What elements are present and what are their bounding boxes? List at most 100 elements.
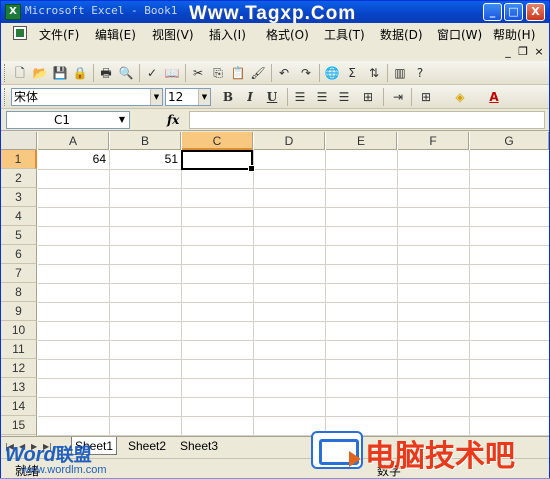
menu-window[interactable]: 窗口(W) — [437, 26, 482, 43]
row-header-1[interactable]: 1 — [1, 150, 37, 169]
separator — [185, 64, 186, 82]
column-header-c[interactable]: C — [182, 132, 253, 150]
mdi-minimize-button[interactable]: _ — [501, 45, 515, 59]
word-logo-cn: 联盟 — [55, 445, 92, 465]
title-bar: X Microsoft Excel - Book1 Www.Tagxp.Com … — [1, 1, 549, 24]
separator — [287, 88, 288, 106]
column-header-g[interactable]: G — [470, 132, 549, 150]
toolbar-grip[interactable] — [4, 64, 7, 82]
sheet-tab-2[interactable]: Sheet2 — [125, 437, 169, 455]
redo-icon[interactable]: ↷ — [297, 64, 315, 82]
row-header-15[interactable]: 15 — [1, 416, 37, 435]
menu-insert[interactable]: 插入(I) — [209, 26, 246, 43]
mdi-restore-button[interactable]: ❐ — [516, 45, 530, 59]
menu-help[interactable]: 帮助(H) — [493, 26, 535, 43]
column-header-f[interactable]: F — [398, 132, 469, 150]
select-all-button[interactable] — [1, 132, 37, 150]
row-header-9[interactable]: 9 — [1, 302, 37, 321]
excel-app-icon[interactable]: X — [5, 4, 21, 20]
separator — [93, 64, 94, 82]
align-left-icon[interactable]: ☰ — [291, 88, 309, 106]
bold-button[interactable]: B — [219, 88, 237, 106]
gridline — [38, 226, 549, 227]
cell-b1[interactable]: 51 — [110, 150, 181, 169]
menu-bar: 文件(F) 编辑(E) 视图(V) 插入(I) 格式(O) 工具(T) 数据(D… — [1, 23, 549, 58]
site-watermark: Www.Tagxp.Com — [189, 3, 357, 24]
font-name-select[interactable]: 宋体 ▼ — [11, 88, 163, 106]
permission-icon[interactable]: 🔒 — [71, 64, 89, 82]
worksheet-grid[interactable]: A B C D E F G 1 2 3 4 5 6 7 8 9 10 11 12… — [1, 132, 549, 436]
hyperlink-icon[interactable]: 🌐 — [323, 64, 341, 82]
autosum-icon[interactable]: Σ — [343, 64, 361, 82]
menu-format[interactable]: 格式(O) — [266, 26, 309, 43]
row-header-8[interactable]: 8 — [1, 283, 37, 302]
font-size-select[interactable]: 12 ▼ — [165, 88, 211, 106]
gridline — [38, 188, 549, 189]
underline-button[interactable]: U — [263, 88, 281, 106]
cell-a1[interactable]: 64 — [38, 150, 109, 169]
paste-icon[interactable]: 📋 — [229, 64, 247, 82]
column-header-d[interactable]: D — [254, 132, 325, 150]
column-header-a[interactable]: A — [38, 132, 109, 150]
gridline — [38, 207, 549, 208]
menu-file[interactable]: 文件(F) — [39, 26, 79, 43]
formula-input[interactable] — [189, 111, 545, 129]
row-header-6[interactable]: 6 — [1, 245, 37, 264]
merge-center-icon[interactable]: ⊞ — [359, 88, 377, 106]
row-header-11[interactable]: 11 — [1, 340, 37, 359]
menu-view[interactable]: 视图(V) — [152, 26, 194, 43]
chevron-down-icon[interactable]: ▼ — [115, 112, 129, 128]
menu-data[interactable]: 数据(D) — [380, 26, 423, 43]
sort-ascending-icon[interactable]: ⇅ — [365, 64, 383, 82]
copy-icon[interactable]: ⎘ — [209, 64, 227, 82]
menu-edit[interactable]: 编辑(E) — [95, 26, 136, 43]
column-header-e[interactable]: E — [326, 132, 397, 150]
active-cell-c1[interactable] — [181, 150, 255, 172]
workbook-icon[interactable] — [13, 26, 27, 40]
row-header-14[interactable]: 14 — [1, 397, 37, 416]
spelling-icon[interactable]: ✓ — [143, 64, 161, 82]
chart-wizard-icon[interactable]: ▥ — [391, 64, 409, 82]
print-icon[interactable]: 🖶 — [97, 64, 115, 82]
row-header-12[interactable]: 12 — [1, 359, 37, 378]
name-box[interactable]: C1 ▼ — [6, 111, 130, 129]
row-header-5[interactable]: 5 — [1, 226, 37, 245]
insert-function-button[interactable]: fx — [167, 113, 179, 127]
new-icon[interactable]: 🗋 — [11, 64, 29, 82]
row-header-3[interactable]: 3 — [1, 188, 37, 207]
menu-tools[interactable]: 工具(T) — [324, 26, 365, 43]
maximize-button[interactable]: □ — [504, 3, 523, 21]
column-header-b[interactable]: B — [110, 132, 181, 150]
mdi-close-button[interactable]: × — [532, 45, 546, 59]
close-button[interactable]: X — [526, 3, 545, 21]
undo-icon[interactable]: ↶ — [275, 64, 293, 82]
minimize-button[interactable]: _ — [483, 3, 502, 21]
increase-indent-icon[interactable]: ⇥ — [389, 88, 407, 106]
align-center-icon[interactable]: ☰ — [313, 88, 331, 106]
cut-icon[interactable]: ✂ — [189, 64, 207, 82]
toolbar-grip[interactable] — [4, 88, 7, 106]
sheet-tab-3[interactable]: Sheet3 — [177, 437, 221, 455]
name-box-value: C1 — [53, 113, 70, 127]
row-header-2[interactable]: 2 — [1, 169, 37, 188]
borders-icon[interactable]: ⊞ — [417, 88, 435, 106]
format-painter-icon[interactable]: 🖌 — [249, 64, 267, 82]
font-color-icon[interactable]: A — [485, 88, 503, 106]
window-title: Microsoft Excel - Book1 — [25, 4, 178, 17]
help-icon[interactable]: ? — [411, 64, 429, 82]
align-right-icon[interactable]: ☰ — [335, 88, 353, 106]
gridline — [38, 340, 549, 341]
open-icon[interactable]: 📂 — [31, 64, 49, 82]
print-preview-icon[interactable]: 🔍 — [117, 64, 135, 82]
row-header-10[interactable]: 10 — [1, 321, 37, 340]
research-icon[interactable]: 📖 — [163, 64, 181, 82]
chevron-down-icon[interactable]: ▼ — [198, 89, 210, 105]
row-header-13[interactable]: 13 — [1, 378, 37, 397]
fill-color-icon[interactable]: ◈ — [451, 88, 469, 106]
italic-button[interactable]: I — [241, 88, 259, 106]
row-header-7[interactable]: 7 — [1, 264, 37, 283]
save-icon[interactable]: 💾 — [51, 64, 69, 82]
chevron-down-icon[interactable]: ▼ — [150, 89, 162, 105]
row-header-4[interactable]: 4 — [1, 207, 37, 226]
font-name-value: 宋体 — [14, 90, 39, 104]
